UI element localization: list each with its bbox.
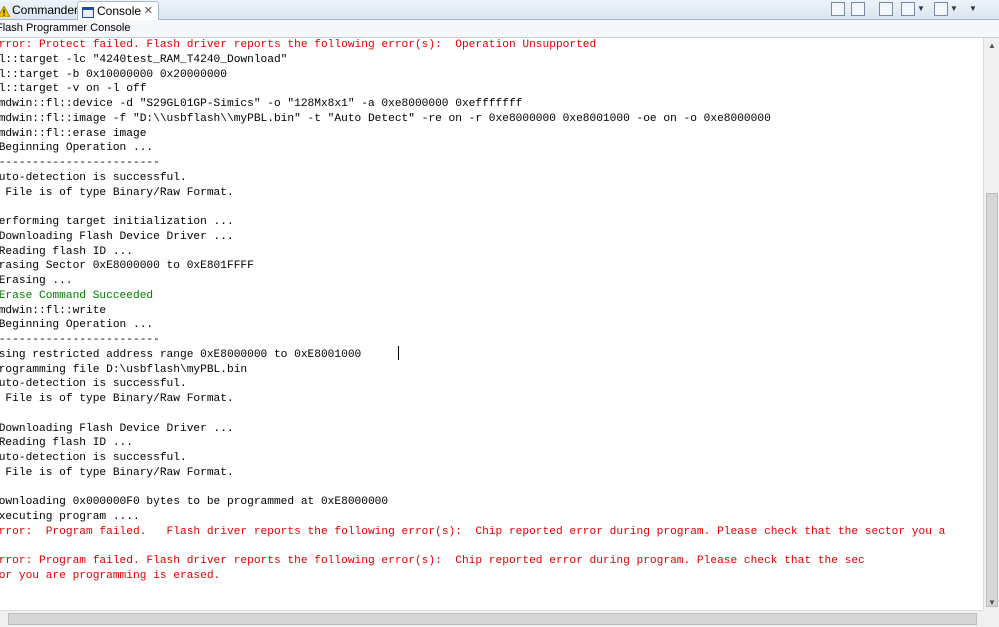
console-toolbar: ▼ ▼ ▼ (831, 2, 991, 18)
console-line: File is of type Binary/Raw Format. (0, 466, 234, 479)
open-console-icon[interactable] (934, 2, 948, 16)
console-line: File is of type Binary/Raw Format. (0, 393, 234, 405)
console-line: Reading flash ID ... (0, 437, 133, 450)
scroll-lock-icon[interactable] (851, 2, 865, 16)
tab-console-label: Console (97, 4, 142, 18)
console-line: tor you are programming is erased. (0, 570, 221, 582)
scroll-down-icon[interactable]: ▼ (984, 595, 999, 610)
tab-commander[interactable]: Commander (0, 1, 78, 19)
display-selected-console-icon[interactable] (901, 2, 915, 16)
console-line: ------------------------- (0, 334, 160, 346)
console-line: Auto-detection is successful. (0, 378, 187, 391)
view-menu-icon[interactable]: ▼ (969, 2, 977, 16)
console-line: Erasing Sector 0xE8000000 to 0xE801FFFF (0, 260, 254, 273)
console-line: Auto-detection is successful. (0, 171, 187, 184)
vertical-scroll-thumb[interactable] (986, 193, 998, 607)
console-line: Beginning Operation ... (0, 319, 154, 332)
console-line: Erasing ... (0, 275, 73, 287)
console-line: Beginning Operation ... (0, 142, 154, 155)
console-line: fl::target -lc "4240test_RAM_T4240_Downl… (0, 53, 288, 66)
console-line: Performing target initialization ... (0, 216, 234, 228)
console-line: cmdwin::fl::device -d "S29GL01GP-Simics"… (0, 98, 523, 110)
console-line: cmdwin::fl::write (0, 304, 107, 317)
console-icon (82, 5, 94, 18)
text-caret (398, 346, 399, 360)
clear-console-icon[interactable] (831, 2, 845, 16)
warning-icon (0, 4, 11, 18)
console-line: cmdwin::fl::erase image (0, 127, 147, 140)
console-line: File is of type Binary/Raw Format. (0, 186, 234, 199)
open-console-dropdown-icon[interactable]: ▼ (950, 2, 958, 16)
console-output[interactable]: Error: Protect failed. Flash driver repo… (0, 38, 983, 610)
console-line: Using restricted address range 0xE800000… (0, 348, 362, 361)
console-view-title: Flash Programmer Console (0, 20, 999, 38)
console-line: Downloading Flash Device Driver ... (0, 230, 234, 243)
console-line: Downloading Flash Device Driver ... (0, 422, 234, 435)
pin-console-icon[interactable] (879, 2, 893, 16)
console-line: ------------------------- (0, 157, 160, 169)
console-line: Error: Program failed. Flash driver repo… (0, 525, 946, 538)
display-console-dropdown-icon[interactable]: ▼ (917, 2, 925, 16)
tab-commander-label: Commander (12, 3, 79, 17)
console-line: fl::target -b 0x10000000 0x20000000 (0, 68, 227, 81)
horizontal-scroll-thumb[interactable] (8, 613, 977, 625)
console-line: Erase Command Succeeded (0, 289, 154, 302)
editor-tab-bar: Commander Console ✕ ▼ ▼ ▼ (0, 0, 999, 20)
scrollbar-corner (983, 610, 999, 627)
console-line: Error: Program failed. Flash driver repo… (0, 555, 865, 568)
console-line: Error: Protect failed. Flash driver repo… (0, 39, 597, 51)
console-line: Auto-detection is successful. (0, 452, 187, 464)
close-tab-icon[interactable]: ✕ (144, 2, 153, 20)
console-line: Downloading 0x000000F0 bytes to be progr… (0, 496, 389, 509)
console-line: fl::target -v on -l off (0, 83, 147, 96)
console-line: Reading flash ID ... (0, 245, 133, 258)
console-line: Executing program .... (0, 511, 140, 523)
console-line: Programming file D:\usbflash\myPBL.bin (0, 363, 248, 376)
horizontal-scrollbar[interactable] (0, 610, 983, 627)
tab-console[interactable]: Console ✕ (77, 1, 159, 20)
vertical-scrollbar[interactable]: ▲ ▼ (983, 38, 999, 610)
scroll-up-icon[interactable]: ▲ (984, 38, 999, 53)
console-line: cmdwin::fl::image -f "D:\\usbflash\\myPB… (0, 112, 771, 125)
